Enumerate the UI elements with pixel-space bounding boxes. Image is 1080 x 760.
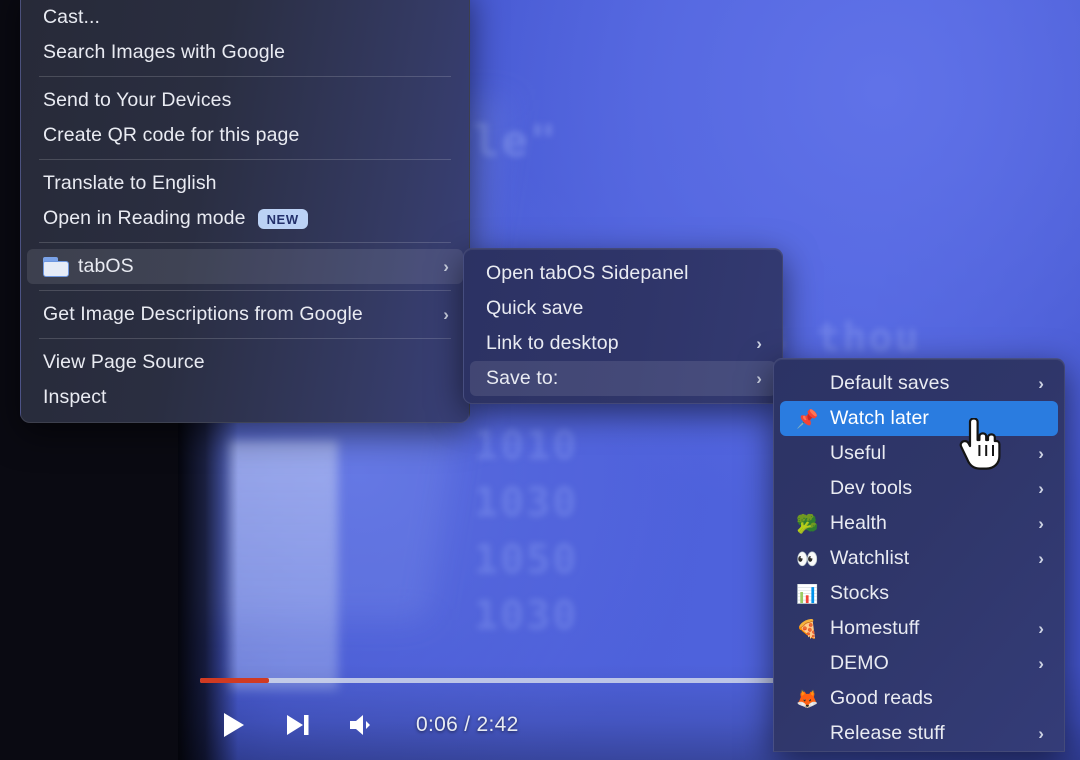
menu-item-save-to[interactable]: Save to: › xyxy=(470,361,776,396)
menu-item-label: View Page Source xyxy=(43,351,205,373)
menu-item-label: Cast... xyxy=(43,6,101,28)
chevron-right-icon: › xyxy=(1038,618,1044,638)
chevron-right-icon: › xyxy=(443,256,449,276)
volume-icon xyxy=(347,711,377,739)
menu-item-cast[interactable]: Cast... xyxy=(27,0,463,35)
progress-bar-played xyxy=(200,678,269,683)
folder-item-stocks[interactable]: 📊 Stocks xyxy=(780,576,1058,611)
pizza-icon: 🍕 xyxy=(796,618,819,639)
menu-item-label: Search Images with Google xyxy=(43,41,286,63)
play-button[interactable] xyxy=(202,702,266,748)
volume-button[interactable] xyxy=(330,702,394,748)
next-button[interactable] xyxy=(266,702,330,748)
broccoli-icon: 🥦 xyxy=(796,513,819,534)
tabos-folder-icon xyxy=(43,256,69,277)
folder-item-demo[interactable]: DEMO › xyxy=(780,646,1058,681)
menu-item-quick-save[interactable]: Quick save xyxy=(470,291,776,326)
menu-item-open-tabos-sidepanel[interactable]: Open tabOS Sidepanel xyxy=(470,256,776,291)
menu-item-image-descriptions[interactable]: Get Image Descriptions from Google › xyxy=(27,297,463,332)
folder-label: Good reads xyxy=(830,687,933,709)
menu-item-translate[interactable]: Translate to English xyxy=(27,166,463,201)
menu-item-label: Link to desktop xyxy=(486,332,619,354)
folder-label: Stocks xyxy=(830,582,890,604)
tabos-submenu[interactable]: Open tabOS Sidepanel Quick save Link to … xyxy=(463,248,783,404)
chevron-right-icon: › xyxy=(1038,373,1044,393)
menu-separator xyxy=(39,242,451,243)
chevron-right-icon: › xyxy=(756,333,762,353)
folder-label: DEMO xyxy=(830,652,889,674)
control-buttons: 0:06 / 2:42 xyxy=(202,702,519,748)
chevron-right-icon: › xyxy=(1038,443,1044,463)
chevron-right-icon: › xyxy=(1038,548,1044,568)
folder-label: Homestuff xyxy=(830,617,920,639)
menu-item-label: Create QR code for this page xyxy=(43,124,300,146)
folder-label: Health xyxy=(830,512,887,534)
menu-item-label: tabOS xyxy=(78,255,134,277)
chevron-right-icon: › xyxy=(756,368,762,388)
folder-item-useful[interactable]: Useful › xyxy=(780,436,1058,471)
menu-item-create-qr-code[interactable]: Create QR code for this page xyxy=(27,118,463,153)
folder-item-default-saves[interactable]: Default saves › xyxy=(780,366,1058,401)
menu-separator xyxy=(39,290,451,291)
menu-separator xyxy=(39,76,451,77)
menu-item-inspect[interactable]: Inspect xyxy=(27,380,463,415)
pushpin-icon: 📌 xyxy=(796,408,819,429)
folder-label: Dev tools xyxy=(830,477,913,499)
video-light-panel xyxy=(228,440,338,690)
menu-item-label: Open in Reading mode xyxy=(43,207,246,229)
menu-item-label: Quick save xyxy=(486,297,584,319)
browser-context-menu[interactable]: Cast... Search Images with Google Send t… xyxy=(20,0,470,423)
chevron-right-icon: › xyxy=(1038,723,1044,743)
menu-separator xyxy=(39,338,451,339)
folder-item-good-reads[interactable]: 🦊 Good reads xyxy=(780,681,1058,716)
play-icon xyxy=(221,711,247,739)
folder-label: Watchlist xyxy=(830,547,910,569)
folder-item-homestuff[interactable]: 🍕 Homestuff › xyxy=(780,611,1058,646)
folder-item-release-stuff[interactable]: Release stuff › xyxy=(780,716,1058,751)
folder-item-watchlist[interactable]: 👀 Watchlist › xyxy=(780,541,1058,576)
folder-item-watch-later[interactable]: 📌 Watch later xyxy=(780,401,1058,436)
menu-separator xyxy=(39,159,451,160)
folder-label: Watch later xyxy=(830,407,929,429)
fox-icon: 🦊 xyxy=(796,688,819,709)
next-track-icon xyxy=(284,711,312,739)
bar-chart-icon: 📊 xyxy=(796,583,819,604)
menu-item-tabos[interactable]: tabOS › xyxy=(27,249,463,284)
menu-item-label: Get Image Descriptions from Google xyxy=(43,303,363,325)
menu-item-label: Inspect xyxy=(43,386,107,408)
menu-item-link-to-desktop[interactable]: Link to desktop › xyxy=(470,326,776,361)
menu-item-label: Open tabOS Sidepanel xyxy=(486,262,689,284)
time-display: 0:06 / 2:42 xyxy=(416,713,519,736)
folder-label: Useful xyxy=(830,442,886,464)
new-badge: NEW xyxy=(257,208,308,229)
menu-item-view-page-source[interactable]: View Page Source xyxy=(27,345,463,380)
eyes-icon: 👀 xyxy=(796,548,819,569)
save-to-submenu[interactable]: Default saves › 📌 Watch later Useful › D… xyxy=(773,358,1065,752)
chevron-right-icon: › xyxy=(443,304,449,324)
menu-item-label: Send to Your Devices xyxy=(43,89,232,111)
menu-item-search-images[interactable]: Search Images with Google xyxy=(27,35,463,70)
folder-item-dev-tools[interactable]: Dev tools › xyxy=(780,471,1058,506)
chevron-right-icon: › xyxy=(1038,513,1044,533)
folder-item-health[interactable]: 🥦 Health › xyxy=(780,506,1058,541)
folder-label: Release stuff xyxy=(830,722,945,744)
menu-item-reading-mode[interactable]: Open in Reading mode NEW xyxy=(27,201,463,236)
menu-item-send-to-devices[interactable]: Send to Your Devices xyxy=(27,83,463,118)
chevron-right-icon: › xyxy=(1038,478,1044,498)
folder-label: Default saves xyxy=(830,372,950,394)
menu-item-label: Translate to English xyxy=(43,172,217,194)
chevron-right-icon: › xyxy=(1038,653,1044,673)
menu-item-label: Save to: xyxy=(486,367,559,389)
